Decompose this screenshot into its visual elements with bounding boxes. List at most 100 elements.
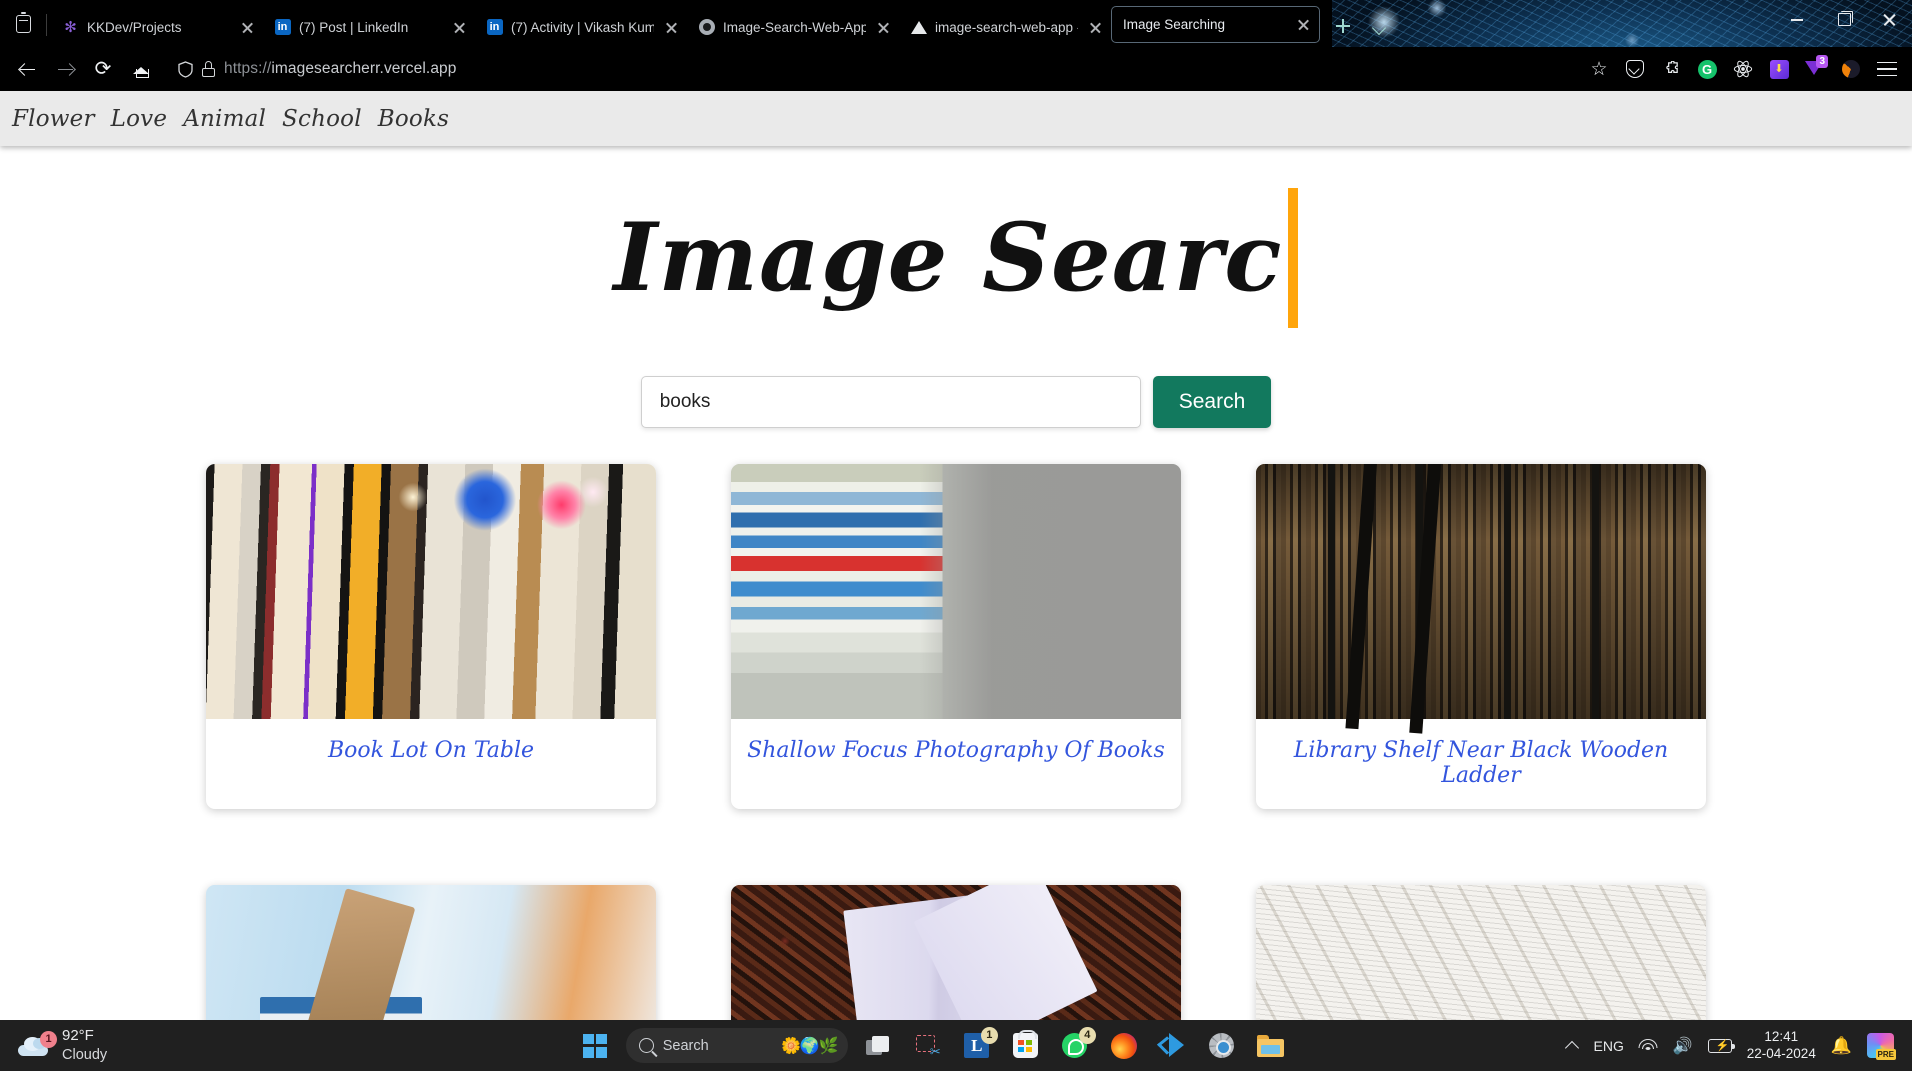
browser-tab-active[interactable]: Image Searching [1111, 6, 1320, 43]
search-bar: Search [0, 376, 1912, 428]
result-card[interactable] [1256, 885, 1706, 1020]
nav-link-animal[interactable]: Animal [183, 106, 266, 132]
grammarly-button[interactable]: G [1690, 52, 1724, 86]
browser-tab[interactable]: in (7) Activity | Vikash Kumar K [475, 7, 687, 47]
result-image[interactable] [206, 885, 656, 1020]
whatsapp-button[interactable]: 4 [1057, 1026, 1096, 1064]
nav-link-school[interactable]: School [282, 106, 362, 132]
list-all-tabs-button[interactable] [1366, 9, 1394, 43]
close-icon[interactable] [874, 18, 893, 37]
result-card[interactable]: Book Lot On Table [206, 464, 656, 809]
close-icon[interactable] [1086, 18, 1105, 37]
tab-strip: ✻ KKDev/Projects in (7) Post | LinkedIn … [51, 0, 1320, 47]
result-image[interactable] [731, 885, 1181, 1020]
clock[interactable]: 12:41 22-04-2024 [1747, 1029, 1816, 1063]
search-button[interactable]: Search [1152, 376, 1272, 428]
firefox-button[interactable] [1106, 1028, 1142, 1064]
taskbar-search[interactable]: Search 🌼🌍🌿 [625, 1028, 848, 1063]
wifi-icon[interactable] [1638, 1038, 1658, 1053]
firefox-icon [1110, 1032, 1137, 1059]
weather-condition: Cloudy [62, 1046, 108, 1063]
color-picker-button[interactable] [1762, 52, 1796, 86]
reload-button[interactable]: ⟳ [84, 50, 122, 88]
browser-tab[interactable]: ✻ KKDev/Projects [51, 7, 263, 47]
extension-badge: 3 [1816, 55, 1828, 68]
windows-taskbar: 1 92°F Cloudy Search 🌼🌍🌿 ✂ L 1 4 ENG 🔊 ⚡… [0, 1020, 1912, 1071]
nav-link-love[interactable]: Love [111, 106, 168, 132]
app-menu-button[interactable] [1870, 52, 1904, 86]
maximize-button[interactable] [1820, 0, 1866, 38]
search-doodle-icon: 🌼🌍🌿 [780, 1037, 839, 1055]
windows-logo-icon [582, 1033, 607, 1058]
browser-navigation-toolbar: ⟳ https://imagesearcherr.vercel.app ☆ G [0, 47, 1912, 91]
nav-link-flower[interactable]: Flower [12, 106, 95, 132]
search-input[interactable] [640, 376, 1141, 428]
browser-tab[interactable]: in (7) Post | LinkedIn [263, 7, 475, 47]
page-title-text: Image Searc [613, 202, 1283, 313]
volume-icon[interactable]: 🔊 [1673, 1036, 1693, 1056]
language-indicator[interactable]: ENG [1594, 1038, 1624, 1054]
result-card[interactable] [206, 885, 656, 1020]
kkdev-icon: ✻ [64, 18, 77, 36]
back-button[interactable] [8, 50, 46, 88]
microsoft-store-button[interactable] [1008, 1028, 1044, 1064]
theme-icon [1842, 60, 1860, 78]
firefox-view-button[interactable] [0, 0, 46, 47]
close-icon[interactable] [662, 18, 681, 37]
tab-label: KKDev/Projects [87, 19, 182, 35]
gear-icon [1209, 1033, 1235, 1058]
notifications-icon[interactable]: 🔔 [1831, 1036, 1852, 1056]
snipping-tool-button[interactable]: ✂ [910, 1028, 946, 1064]
microsoft-store-icon [1013, 1030, 1039, 1058]
file-explorer-button[interactable] [1253, 1028, 1289, 1064]
home-button[interactable] [122, 50, 160, 88]
result-image[interactable] [1256, 885, 1706, 1020]
nav-link-books[interactable]: Books [378, 106, 449, 132]
download-manager-button[interactable]: 3 [1798, 52, 1832, 86]
weather-widget[interactable]: 1 92°F Cloudy [0, 1027, 300, 1064]
close-icon[interactable] [238, 18, 257, 37]
back-arrow-icon [19, 61, 36, 78]
browser-tab[interactable]: Image-Search-Web-App/ind [687, 7, 899, 47]
close-icon[interactable] [450, 18, 469, 37]
result-caption: Shallow Focus Photography Of Books [747, 738, 1165, 763]
app-badge: 4 [1078, 1026, 1096, 1044]
vs-code-button[interactable] [1155, 1028, 1191, 1064]
forward-button[interactable] [46, 50, 84, 88]
close-icon[interactable] [1294, 15, 1313, 34]
tab-label: Image-Search-Web-App/ind [723, 19, 866, 35]
lock-icon[interactable] [202, 61, 215, 77]
browser-titlebar: ✻ KKDev/Projects in (7) Post | LinkedIn … [0, 0, 1912, 47]
weather-text: 92°F Cloudy [62, 1027, 107, 1064]
result-image[interactable] [1256, 464, 1706, 719]
bookmark-star-button[interactable]: ☆ [1582, 52, 1616, 86]
theme-button[interactable] [1834, 52, 1868, 86]
result-card[interactable]: Shallow Focus Photography Of Books [731, 464, 1181, 809]
shield-icon[interactable] [178, 60, 193, 78]
result-image[interactable] [206, 464, 656, 719]
toolbar-extensions: ☆ G 3 [1582, 52, 1904, 86]
result-image[interactable] [731, 464, 1181, 719]
address-bar[interactable]: https://imagesearcherr.vercel.app [168, 52, 1574, 86]
react-devtools-button[interactable] [1726, 52, 1760, 86]
start-button[interactable] [577, 1028, 613, 1064]
grammarly-icon: G [1697, 59, 1717, 79]
close-window-button[interactable] [1866, 0, 1912, 38]
color-picker-icon [1769, 59, 1789, 79]
new-tab-button[interactable] [1326, 9, 1360, 43]
react-devtools-icon [1733, 60, 1753, 78]
minimize-button[interactable] [1774, 0, 1820, 38]
copilot-icon[interactable]: PRE [1867, 1033, 1896, 1060]
linkedin-app-button[interactable]: L 1 [959, 1026, 998, 1064]
pocket-button[interactable] [1618, 52, 1652, 86]
show-hidden-icons-button[interactable] [1566, 1039, 1579, 1052]
extensions-button[interactable] [1654, 52, 1688, 86]
settings-button[interactable] [1204, 1028, 1240, 1064]
url-scheme: https:// [224, 60, 272, 77]
tab-label: Image Searching [1123, 17, 1226, 32]
result-card[interactable] [731, 885, 1181, 1020]
result-card[interactable]: Library Shelf Near Black Wooden Ladder [1256, 464, 1706, 809]
battery-icon[interactable]: ⚡ [1707, 1038, 1735, 1053]
task-view-button[interactable] [861, 1028, 897, 1064]
browser-tab[interactable]: image-search-web-app - Ov [899, 7, 1111, 47]
